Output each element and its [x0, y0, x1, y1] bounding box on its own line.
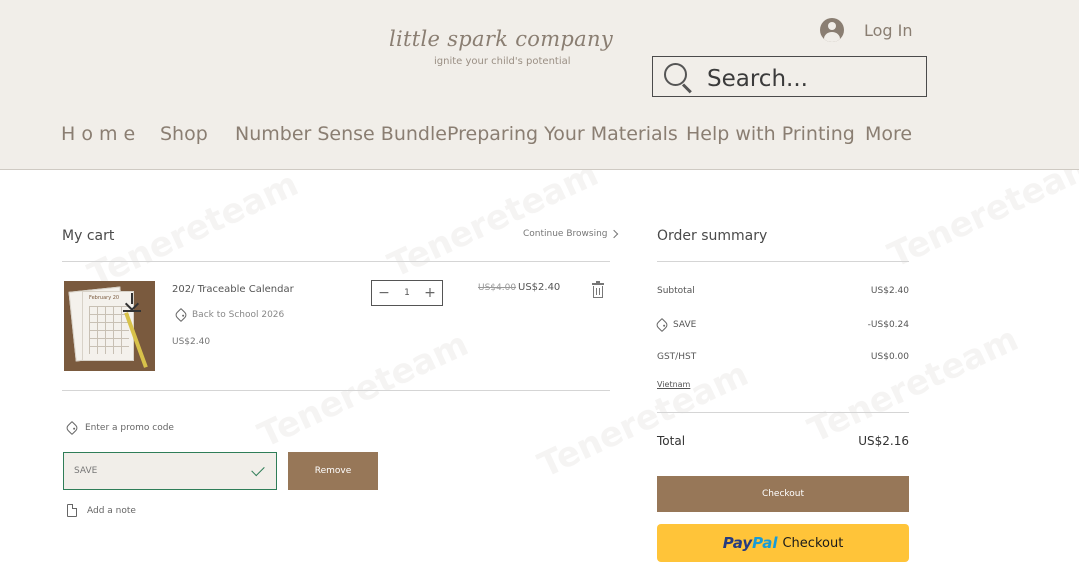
nav-item-help-printing[interactable]: Help with Printing: [686, 123, 855, 145]
tax-value: US$0.00: [870, 352, 909, 362]
nav-item-number-sense-bundle[interactable]: Number Sense Bundle: [235, 123, 447, 145]
add-note-label: Add a note: [87, 505, 136, 516]
main-nav: H o m e Shop Number Sense Bundle Prepari…: [0, 123, 1079, 151]
total-value: US$2.16: [858, 434, 909, 448]
promo-code-field[interactable]: [63, 452, 277, 490]
divider: [62, 261, 610, 262]
download-icon[interactable]: [123, 293, 141, 313]
current-price: US$2.40: [518, 282, 561, 293]
thumbnail-caption: February 20: [89, 295, 120, 301]
discount-badge: Back to School 2026: [173, 307, 285, 323]
order-summary-title: Order summary: [657, 228, 768, 244]
add-note-link[interactable]: Add a note: [67, 504, 136, 517]
total-label: Total: [657, 434, 686, 448]
discount-code-label: SAVE: [673, 320, 697, 330]
check-icon: [251, 462, 265, 476]
chevron-right-icon: [610, 229, 619, 239]
tax-row: GST/HST US$0.00: [657, 352, 909, 362]
watermark-text: Tenereteam: [82, 164, 305, 296]
nav-item-shop[interactable]: Shop: [160, 123, 208, 145]
promo-code-input[interactable]: [74, 466, 224, 476]
checkout-button[interactable]: Checkout: [657, 476, 909, 512]
original-price: US$4.00: [478, 283, 517, 293]
cart-title: My cart: [62, 228, 115, 244]
avatar-icon: [820, 18, 844, 42]
tax-label: GST/HST: [657, 352, 697, 362]
search-input[interactable]: [707, 65, 917, 92]
promo-code-label: Enter a promo code: [85, 423, 174, 433]
tag-icon: [64, 420, 80, 436]
subtotal-value: US$2.40: [870, 286, 909, 296]
nav-item-home[interactable]: H o m e: [61, 123, 135, 145]
trash-icon[interactable]: [592, 281, 604, 298]
site-header: little spark company ignite your child's…: [0, 0, 1079, 170]
logo-title[interactable]: little spark company: [389, 27, 613, 51]
tag-icon: [173, 307, 189, 323]
shipping-region-link[interactable]: Vietnam: [657, 380, 690, 389]
decrease-button[interactable]: −: [378, 286, 390, 300]
continue-browsing-label: Continue Browsing: [523, 229, 608, 239]
divider: [62, 390, 610, 391]
note-icon: [67, 504, 77, 517]
total-row: Total US$2.16: [657, 434, 909, 448]
paypal-checkout-label: Checkout: [782, 535, 844, 551]
quantity-stepper: − 1 +: [371, 280, 443, 306]
watermark-text: Tenereteam: [532, 354, 755, 486]
promo-code-link[interactable]: Enter a promo code: [64, 420, 174, 436]
watermark-text: Tenereteam: [382, 154, 605, 286]
discount-row: SAVE -US$0.24: [654, 317, 909, 333]
product-thumbnail[interactable]: February 20: [64, 281, 155, 371]
product-name[interactable]: 202/ Traceable Calendar: [172, 284, 294, 295]
paypal-checkout-button[interactable]: PayPal Checkout: [657, 524, 909, 562]
logo-tagline: ignite your child's potential: [434, 56, 571, 67]
divider: [657, 261, 909, 262]
login-button[interactable]: Log In: [820, 18, 913, 42]
nav-item-preparing-materials[interactable]: Preparing Your Materials: [447, 123, 678, 145]
subtotal-label: Subtotal: [657, 286, 695, 296]
search-icon: [663, 62, 693, 93]
login-label: Log In: [864, 20, 913, 40]
discount-label: Back to School 2026: [192, 310, 285, 320]
nav-item-more[interactable]: More: [865, 123, 912, 145]
remove-promo-button[interactable]: Remove: [288, 452, 378, 490]
subtotal-row: Subtotal US$2.40: [657, 286, 909, 296]
paypal-logo: PayPal: [722, 534, 778, 552]
increase-button[interactable]: +: [424, 286, 436, 300]
tag-icon: [654, 317, 670, 333]
continue-browsing-link[interactable]: Continue Browsing: [523, 229, 619, 239]
divider: [657, 412, 909, 413]
discount-value: -US$0.24: [867, 320, 909, 330]
unit-price: US$2.40: [172, 337, 211, 347]
watermark-text: Tenereteam: [802, 319, 1025, 451]
quantity-value[interactable]: 1: [404, 288, 410, 298]
search-box[interactable]: [652, 56, 927, 97]
